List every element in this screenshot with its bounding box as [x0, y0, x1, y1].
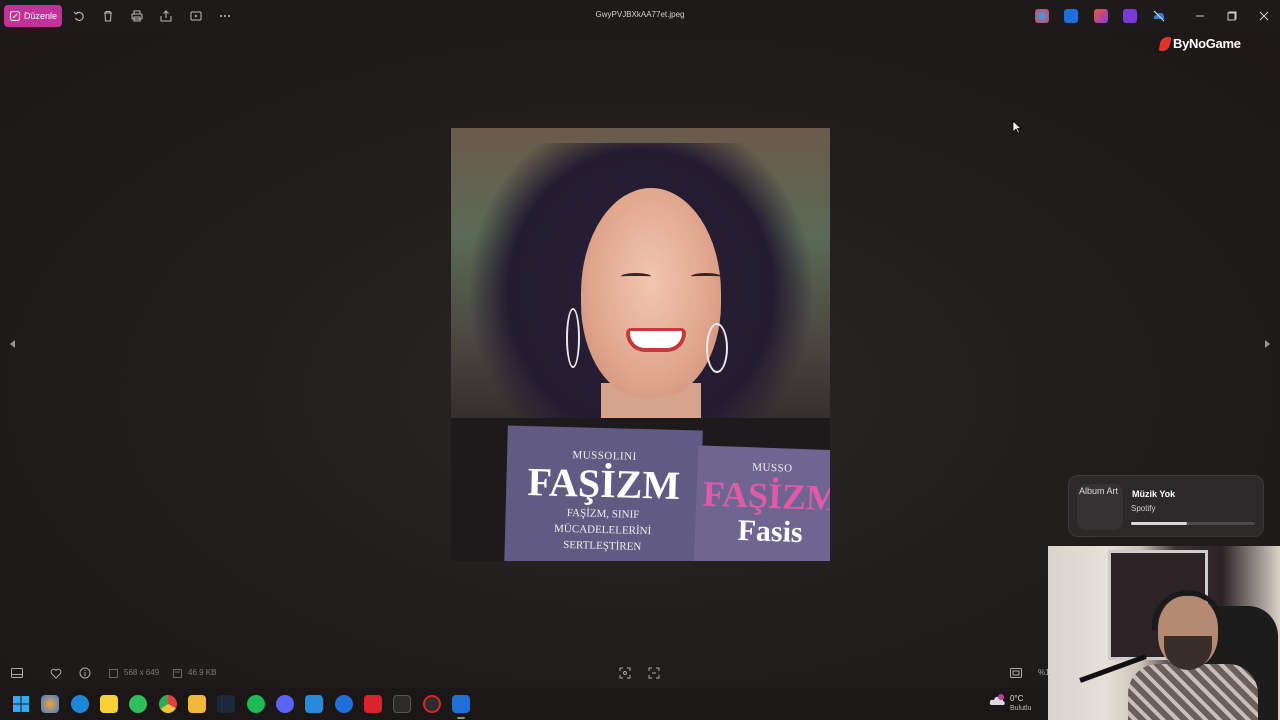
- chrome-icon[interactable]: [159, 695, 177, 713]
- photos-app-icon[interactable]: [452, 695, 470, 713]
- close-icon[interactable]: [1257, 9, 1271, 23]
- app-icon-blue[interactable]: [305, 695, 323, 713]
- title-bar: Düzenle GwyPVJBXkAA77et.jpeg: [0, 0, 1280, 32]
- book-subtitle-line1: FAŞİZM, SINIF: [566, 507, 640, 521]
- print-icon[interactable]: [129, 8, 145, 24]
- rotate-icon[interactable]: [71, 8, 87, 24]
- bynogame-logo-mark: [1158, 36, 1172, 51]
- brand-name: ByNoGame: [1173, 36, 1241, 51]
- app-icon-controller[interactable]: [335, 695, 353, 713]
- track-source: Spotify: [1131, 504, 1156, 513]
- onedrive-sync-icon[interactable]: [1152, 9, 1166, 23]
- photo-eye-right: [691, 273, 721, 280]
- edit-button[interactable]: Düzenle: [4, 5, 62, 27]
- photo-earring-right: [706, 323, 728, 373]
- steam-icon[interactable]: [217, 695, 235, 713]
- dimensions-icon: [106, 666, 120, 680]
- acrobat-reader-icon[interactable]: [364, 695, 382, 713]
- displayed-photo: MUSSOLINI FAŞİZM FAŞİZM, SINIF MÜCADELEL…: [451, 128, 830, 561]
- track-progress-bar[interactable]: [1131, 522, 1255, 525]
- edit-button-label: Düzenle: [24, 11, 58, 21]
- window-title: GwyPVJBXkAA77et.jpeg: [595, 10, 685, 19]
- actual-size-icon[interactable]: [647, 666, 661, 680]
- fit-to-window-icon[interactable]: [618, 666, 632, 680]
- album-art: Album Art: [1077, 484, 1123, 530]
- edit-icon: [10, 11, 20, 21]
- copilot-icon[interactable]: [1035, 9, 1049, 23]
- clipchamp-icon[interactable]: [1123, 9, 1137, 23]
- more-options-icon[interactable]: [217, 8, 233, 24]
- book-title: FAŞİZM: [527, 459, 681, 508]
- photo-smile: [626, 328, 686, 352]
- favorite-icon[interactable]: [49, 666, 63, 680]
- spotify-icon[interactable]: [247, 695, 265, 713]
- weather-description[interactable]: Bulutlu: [1010, 705, 1031, 712]
- windows-taskbar: [0, 688, 1048, 720]
- track-title: Müzik Yok: [1132, 489, 1176, 499]
- previous-image-icon[interactable]: [6, 336, 18, 352]
- active-app-indicator: [457, 717, 465, 719]
- streamer-shirt: [1128, 664, 1258, 720]
- filmstrip-icon[interactable]: [10, 666, 24, 680]
- share-icon[interactable]: [158, 8, 174, 24]
- webcam-overlay: [1048, 546, 1280, 720]
- weather-temperature[interactable]: 0°C: [1010, 694, 1023, 703]
- book-subtitle-line2: MÜCADELELERİNİ: [553, 522, 652, 538]
- photo-eye-left: [621, 273, 651, 280]
- photos-editor-icon[interactable]: [1064, 9, 1078, 23]
- slideshow-icon[interactable]: [188, 8, 204, 24]
- book-cover-front: MUSSOLINI FAŞİZM FAŞİZM, SINIF MÜCADELEL…: [504, 425, 703, 561]
- fullscreen-icon[interactable]: [1009, 666, 1023, 680]
- sticky-notes-icon[interactable]: [100, 695, 118, 713]
- discord-icon[interactable]: [276, 695, 294, 713]
- copilot-taskbar-icon[interactable]: [41, 695, 59, 713]
- file-explorer-icon[interactable]: [188, 695, 206, 713]
- designer-icon[interactable]: [1094, 9, 1108, 23]
- terminal-icon[interactable]: [393, 695, 411, 713]
- book2-subtitle: Fasis: [737, 513, 804, 550]
- edge-browser-icon[interactable]: [71, 695, 89, 713]
- weather-cloud-icon: [989, 694, 1005, 705]
- bynogame-logo: ByNoGame: [1158, 36, 1241, 51]
- file-info-icon[interactable]: [78, 666, 92, 680]
- minimize-icon[interactable]: [1193, 9, 1207, 23]
- photo-face: [581, 188, 721, 398]
- delete-icon[interactable]: [100, 8, 116, 24]
- zoom-level[interactable]: %1: [1038, 668, 1050, 677]
- whatsapp-icon[interactable]: [129, 695, 147, 713]
- photo-earring-left: [566, 308, 580, 368]
- image-dimensions: 568 x 649: [124, 668, 160, 677]
- book-cover-back: MUSSO FAŞİZM Fasis: [693, 445, 830, 561]
- spotify-now-playing-widget[interactable]: Album Art Müzik Yok Spotify: [1068, 475, 1264, 537]
- image-info-bar: 568 x 649 46.9 KB %1: [0, 660, 1050, 686]
- next-image-icon[interactable]: [1262, 336, 1274, 352]
- mouse-cursor-icon: [1012, 120, 1022, 134]
- track-progress-fill: [1131, 522, 1187, 525]
- windows-start-icon[interactable]: [12, 695, 30, 713]
- book-subtitle-line3: SERTLEŞTİREN: [563, 538, 642, 554]
- file-size: 46.9 KB: [188, 668, 217, 677]
- obs-icon[interactable]: [423, 695, 441, 713]
- restore-icon[interactable]: [1225, 9, 1239, 23]
- file-size-icon: [170, 666, 184, 680]
- book2-title: FAŞİZM: [702, 473, 830, 519]
